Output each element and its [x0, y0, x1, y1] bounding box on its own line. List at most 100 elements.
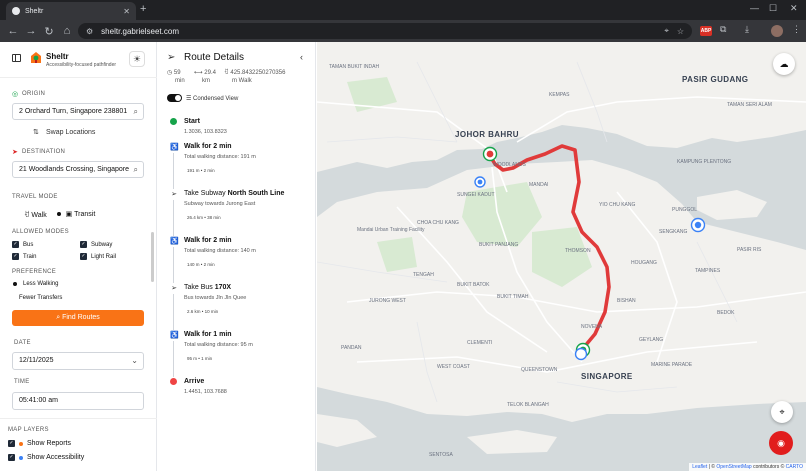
- map-label: WOODLANDS: [493, 162, 526, 168]
- download-icon[interactable]: ⤓: [745, 24, 749, 35]
- show-accessibility-label: Show Accessibility: [27, 454, 85, 461]
- checkbox-checked-icon: ✓: [8, 454, 15, 461]
- land-sentosa: [467, 430, 557, 454]
- time-input[interactable]: 05:41:00 am: [12, 392, 144, 410]
- map-label: JURONG WEST: [369, 298, 406, 304]
- site-info-icon[interactable]: ⚙: [86, 27, 93, 36]
- new-tab-icon[interactable]: +: [140, 3, 146, 15]
- map-attribution: Leaflet | © OpenStreetMap contributors ©…: [689, 463, 806, 471]
- swap-locations-button[interactable]: Swap Locations: [46, 129, 95, 136]
- accessibility-marker[interactable]: [474, 176, 486, 188]
- show-accessibility-toggle[interactable]: ✓ Show Accessibility: [8, 454, 84, 461]
- step-title: Start: [184, 118, 200, 125]
- adblock-icon[interactable]: ABP: [700, 26, 712, 36]
- map-label: TAMAN SERI ALAM: [727, 102, 772, 108]
- step-sub: Subway towards Jurong East: [184, 201, 256, 207]
- checkbox-checked-icon: ✓: [12, 241, 19, 248]
- mode-subway-label: Subway: [91, 241, 113, 248]
- step-sub: 1.3036, 103.8323: [184, 129, 227, 135]
- minimize-icon[interactable]: —: [750, 3, 759, 13]
- maximize-icon[interactable]: ☐: [769, 3, 777, 14]
- sheltr-logo-icon: [31, 52, 41, 63]
- browser-toolbar: ← → ↻ ⌂ ⚙ sheltr.gabrielseet.com ⌖ ☆ ABP…: [0, 20, 806, 42]
- locate-me-icon[interactable]: ⌖: [771, 401, 793, 423]
- condensed-view-toggle[interactable]: [167, 94, 182, 102]
- map-label: CHOA CHU KANG: [417, 220, 459, 226]
- accessibility-marker[interactable]: [690, 217, 706, 233]
- bookmark-star-icon[interactable]: ☆: [677, 27, 684, 36]
- brand-tagline: Accessibility-focused pathfinder: [46, 62, 117, 68]
- address-bar[interactable]: ⚙ sheltr.gabrielseet.com ⌖ ☆: [78, 23, 692, 39]
- map-label: PASIR RIS: [737, 247, 762, 253]
- step-sub: 1.4451, 103.7688: [184, 389, 227, 395]
- map-label: MARINE PARADE: [651, 362, 693, 368]
- browser-tabbar: Sheltr ✕ + — ☐ ✕: [0, 0, 806, 20]
- location-icon[interactable]: ⌖: [664, 26, 669, 36]
- step-title: Take Bus 170X: [184, 284, 232, 291]
- date-input[interactable]: 12/11/2025 ⌄: [12, 352, 144, 370]
- search-icon: ⌕: [56, 314, 61, 321]
- theme-toggle-sun-icon[interactable]: ☀: [129, 51, 145, 67]
- pref-fewer-transfers-option[interactable]: Fewer Transfers: [19, 295, 62, 301]
- destination-marker[interactable]: [482, 146, 498, 162]
- map-label: YIO CHU KANG: [599, 202, 636, 208]
- tab-close-icon[interactable]: ✕: [123, 7, 130, 16]
- mode-bus-checkbox[interactable]: ✓ Bus: [12, 241, 33, 248]
- map-view[interactable]: JOHOR BAHRU SINGAPORE PASIR GUDANG TAMAN…: [317, 42, 806, 471]
- collapse-panel-icon[interactable]: ‹: [300, 52, 303, 62]
- pref-less-walking-option[interactable]: Less Walking: [13, 281, 58, 287]
- step-sub: Bus towards Jln Jln Quee: [184, 295, 247, 301]
- step-connector: [173, 294, 174, 330]
- mode-subway-checkbox[interactable]: ✓ Subway: [80, 241, 112, 248]
- step-meta: 95 m • 1 min: [187, 356, 213, 361]
- find-routes-button[interactable]: ⌕ Find Routes: [12, 310, 144, 326]
- profile-avatar[interactable]: [771, 25, 783, 37]
- mode-train-checkbox[interactable]: ✓ Train: [12, 253, 36, 260]
- transfer-marker[interactable]: [574, 347, 588, 361]
- condensed-view-label: ☰ Condensed View: [186, 96, 239, 102]
- origin-search-icon[interactable]: ⌕: [134, 104, 138, 119]
- map-label: Mandai Urban Training Facility: [357, 227, 425, 233]
- browser-tab[interactable]: Sheltr ✕: [6, 2, 136, 20]
- back-icon[interactable]: ←: [4, 25, 22, 37]
- land-jurong-island: [317, 414, 377, 447]
- origin-value: 2 Orchard Turn, Singapore 238801: [19, 108, 128, 115]
- close-window-icon[interactable]: ✕: [790, 3, 798, 14]
- mode-transit-option[interactable]: ▣ Transit: [56, 210, 96, 218]
- map-layers-label: MAP LAYERS: [8, 427, 49, 433]
- stat-distance: ⟷ 29.4 km: [194, 69, 216, 85]
- map-label: BEDOK: [717, 310, 735, 316]
- walk-icon: ꀀ: [224, 70, 229, 76]
- sidebar-scrollbar[interactable]: [151, 232, 154, 282]
- mode-transit-label: Transit: [74, 211, 96, 218]
- home-icon[interactable]: ⌂: [58, 25, 76, 37]
- toggle-sidebar-icon[interactable]: [12, 54, 21, 62]
- extensions-icon[interactable]: ⧉: [720, 24, 726, 35]
- step-title: Arrive: [184, 378, 205, 385]
- destination-search-icon[interactable]: ⌕: [134, 162, 138, 177]
- map-label: TAMPINES: [695, 268, 721, 274]
- map-label: MANDAI: [529, 182, 549, 188]
- ruler-icon: ⟷: [194, 70, 203, 76]
- condensed-view-text: Condensed View: [193, 96, 239, 102]
- url-text[interactable]: sheltr.gabrielseet.com: [101, 27, 656, 36]
- browser-menu-icon[interactable]: ⋮: [792, 24, 801, 35]
- step-meta: 191 m • 2 min: [187, 168, 215, 173]
- leaflet-link[interactable]: Leaflet: [692, 464, 707, 470]
- map-label: BUKIT BATOK: [457, 282, 490, 288]
- forward-icon[interactable]: →: [22, 25, 40, 37]
- weather-cloud-icon[interactable]: ☁: [773, 53, 795, 75]
- destination-input[interactable]: 21 Woodlands Crossing, Singapore ⌕: [12, 161, 144, 178]
- osm-link[interactable]: OpenStreetMap: [716, 464, 751, 470]
- show-reports-toggle[interactable]: ✓ Show Reports: [8, 440, 71, 447]
- radio-selected-icon: [13, 282, 17, 286]
- map-label: NOVENA: [581, 324, 603, 330]
- chevron-down-icon[interactable]: ⌄: [131, 353, 138, 369]
- origin-input[interactable]: 2 Orchard Turn, Singapore 238801 ⌕: [12, 103, 144, 120]
- carto-link[interactable]: CARTO: [786, 464, 803, 470]
- mode-walk-option[interactable]: ꀀ Walk: [24, 209, 47, 219]
- mode-light-rail-checkbox[interactable]: ✓ Light Rail: [80, 253, 116, 260]
- report-alert-icon[interactable]: ◉: [769, 431, 793, 455]
- checkbox-checked-icon: ✓: [8, 440, 15, 447]
- reload-icon[interactable]: ↻: [40, 25, 58, 38]
